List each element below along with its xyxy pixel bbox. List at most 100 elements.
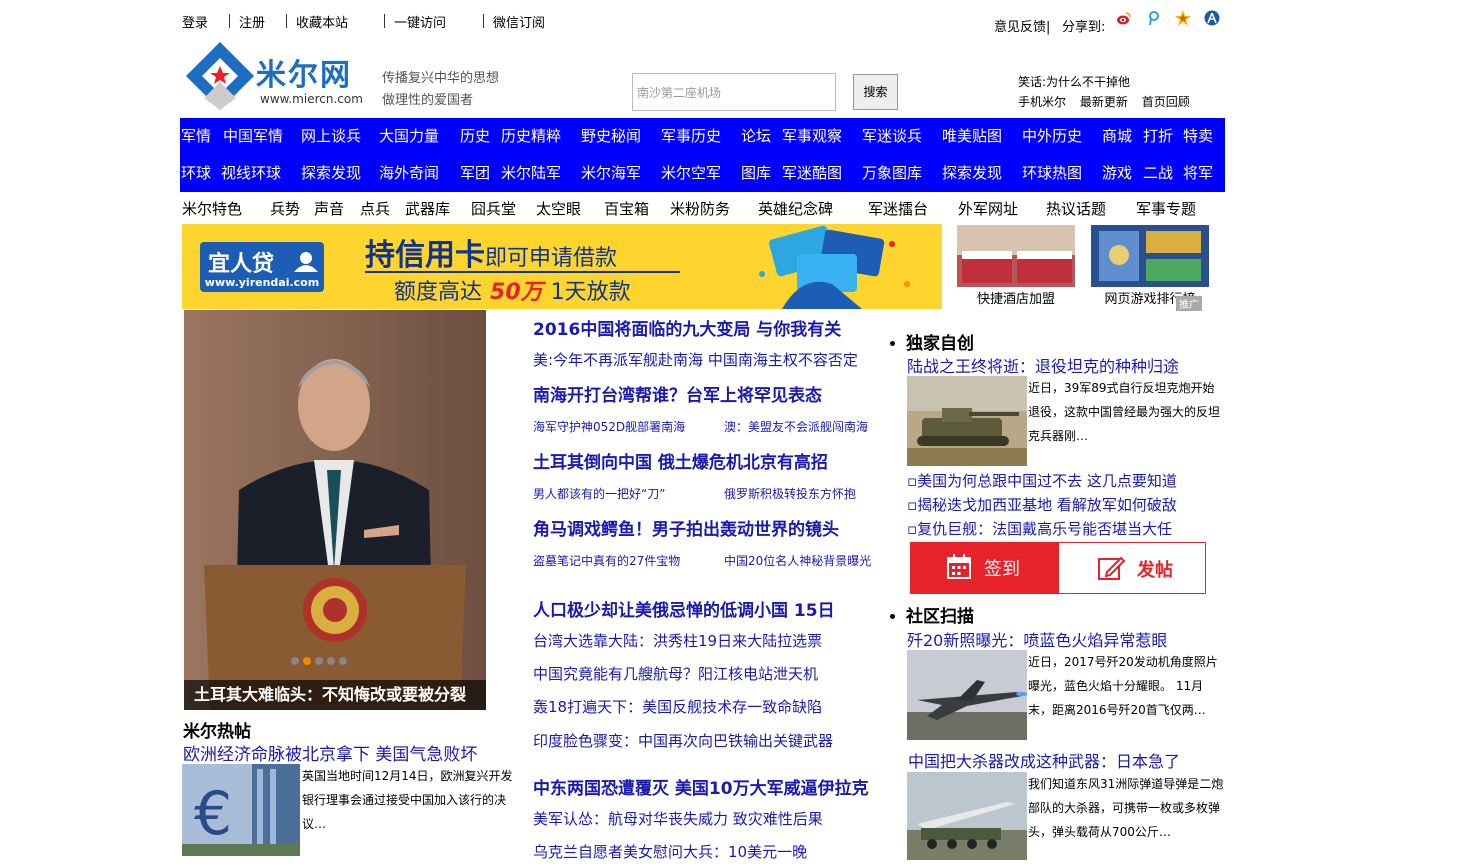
- link-2a[interactable]: 海军守护神052D舰部署南海: [533, 418, 685, 435]
- missile-image[interactable]: [907, 772, 1027, 860]
- tencent-weibo-icon[interactable]: [1146, 10, 1162, 26]
- nav-item[interactable]: 米粉防务: [670, 192, 730, 226]
- nav-item[interactable]: 军事专题: [1136, 192, 1196, 226]
- nav-item[interactable]: 环球热图: [1022, 155, 1082, 191]
- link-3a[interactable]: 男人都该有的一把好“刀”: [533, 485, 665, 502]
- headline-6[interactable]: 中东两国恐遭覆灭 美国10万大军威逼伊拉克: [533, 774, 869, 799]
- hotel-thumbnail[interactable]: [957, 225, 1075, 287]
- slideshow-image[interactable]: [184, 310, 486, 710]
- nav-item[interactable]: 军事观察: [782, 118, 842, 154]
- nav-item[interactable]: 点兵: [360, 192, 390, 226]
- link-2b[interactable]: 澳：美盟友不会派舰闯南海: [724, 418, 868, 435]
- community-headline[interactable]: 歼20新照曝光：喷蓝色火焰异常惹眼: [907, 627, 1167, 651]
- list-item[interactable]: 印度脸色骤变：中国再次向巴铁输出关键武器: [533, 730, 833, 751]
- list-item[interactable]: 中国究竟能有几艘航母？阳江核电站泄天机: [533, 663, 818, 684]
- checkin-button[interactable]: 签到: [910, 542, 1058, 594]
- nav-item[interactable]: 军迷谈兵: [862, 118, 922, 154]
- exclusive-list-item[interactable]: ▫复仇巨舰：法国戴高乐号能否堪当大任: [907, 518, 1172, 539]
- nav-item[interactable]: 历史: [460, 118, 490, 154]
- review-link[interactable]: 首页回顾: [1142, 95, 1190, 109]
- tank-image[interactable]: [907, 376, 1027, 466]
- nav-item[interactable]: 历史精粹: [501, 118, 561, 154]
- bookmark-link[interactable]: 收藏本站: [296, 12, 348, 31]
- search-button[interactable]: 搜索: [853, 74, 898, 110]
- nav-item[interactable]: 野史秘闻: [581, 118, 641, 154]
- jet-image[interactable]: [907, 650, 1028, 740]
- search-input[interactable]: 南沙第二座机场: [632, 73, 836, 111]
- nav-item[interactable]: 网上谈兵: [301, 118, 361, 154]
- headline-1[interactable]: 2016中国将面临的九大变局 与你我有关: [533, 315, 841, 340]
- site-logo[interactable]: 米尔网 www.miercn.com: [186, 42, 366, 110]
- nav-item[interactable]: 将军: [1183, 155, 1213, 191]
- nav-item[interactable]: 英雄纪念碑: [758, 192, 833, 226]
- link-3b[interactable]: 俄罗斯积极转投东方怀抱: [724, 485, 856, 502]
- nav-item[interactable]: 探索发现: [942, 155, 1002, 191]
- nav-item[interactable]: 海外奇闻: [379, 155, 439, 191]
- nav-item[interactable]: 军迷擂台: [868, 192, 928, 226]
- hotel-caption[interactable]: 快捷酒店加盟: [956, 288, 1076, 307]
- login-link[interactable]: 登录: [182, 12, 208, 31]
- nav-item[interactable]: 热议话题: [1046, 192, 1106, 226]
- nav-item[interactable]: 大国力量: [379, 118, 439, 154]
- headline-2[interactable]: 南海开打台湾帮谁？台军上将罕见表态: [533, 381, 822, 406]
- mobile-link[interactable]: 手机米尔: [1018, 95, 1066, 109]
- nav-item[interactable]: 百宝箱: [604, 192, 649, 226]
- nav-item[interactable]: 论坛: [741, 118, 771, 154]
- wechat-subscribe-link[interactable]: 微信订阅: [493, 12, 545, 31]
- nav-item[interactable]: 囧兵堂: [471, 192, 516, 226]
- feedback-link[interactable]: 意见反馈|: [994, 16, 1050, 35]
- weapon-headline[interactable]: 中国把大杀器改成这种武器：日本急了: [908, 748, 1180, 772]
- list-item[interactable]: 轰18打遍天下：美国反舰技术存一致命缺陷: [533, 696, 822, 717]
- nav-item[interactable]: 商城: [1102, 118, 1132, 154]
- nav-item[interactable]: 环球: [181, 155, 211, 191]
- renren-icon[interactable]: [1204, 10, 1220, 26]
- qzone-icon[interactable]: [1175, 10, 1191, 26]
- nav-item[interactable]: 外军网址: [958, 192, 1018, 226]
- slideshow-caption[interactable]: 土耳其大难临头：不知悔改或要被分裂: [184, 680, 486, 710]
- nav-item[interactable]: 打折: [1143, 118, 1173, 154]
- joke-link[interactable]: 笑话:为什么不干掉他: [1018, 72, 1200, 92]
- nav-item[interactable]: 图库: [741, 155, 771, 191]
- hot-posts-image[interactable]: €: [182, 764, 300, 856]
- nav-item[interactable]: 万象图库: [862, 155, 922, 191]
- nav-item[interactable]: 特卖: [1183, 118, 1213, 154]
- nav-item[interactable]: 中外历史: [1022, 118, 1082, 154]
- list-item[interactable]: 台湾大选靠大陆：洪秀柱19日来大陆拉选票: [533, 630, 822, 651]
- nav-item[interactable]: 探索发现: [301, 155, 361, 191]
- headline-4[interactable]: 角马调戏鳄鱼！男子拍出轰动世界的镜头: [533, 515, 839, 540]
- nav-item[interactable]: 声音: [314, 192, 344, 226]
- exclusive-list-item[interactable]: ▫美国为何总跟中国过不去 这几点要知道: [907, 470, 1177, 491]
- headline-5[interactable]: 人口极少却让美俄忌惮的低调小国 15日: [533, 596, 835, 621]
- nav-item[interactable]: 军团: [460, 155, 490, 191]
- game-thumbnail[interactable]: [1091, 225, 1209, 287]
- banner-ad[interactable]: 宜人贷 www.yirendai.com 持信用卡即可申请借款 额度高达 50万 1…: [182, 224, 942, 309]
- nav-item[interactable]: 米尔海军: [581, 155, 641, 191]
- headline-3[interactable]: 土耳其倒向中国 俄土爆危机北京有高招: [533, 448, 828, 473]
- link-4b[interactable]: 中国20位名人神秘背景曝光: [724, 552, 871, 569]
- nav-item[interactable]: 视线环球: [221, 155, 281, 191]
- nav-item[interactable]: 太空眼: [536, 192, 581, 226]
- nav-item[interactable]: 军事历史: [661, 118, 721, 154]
- nav-item[interactable]: 米尔特色: [182, 192, 242, 226]
- list-item[interactable]: 乌克兰自愿者美女慰问大兵：10美元一晚: [533, 841, 807, 862]
- hot-posts-headline[interactable]: 欧洲经济命脉被北京拿下 美国气急败坏: [183, 740, 477, 765]
- link-4a[interactable]: 盗墓笔记中真有的27件宝物: [533, 552, 680, 569]
- weibo-icon[interactable]: [1116, 10, 1132, 26]
- nav-item[interactable]: 米尔空军: [661, 155, 721, 191]
- exclusive-list-item[interactable]: ▫揭秘迭戈加西亚基地 看解放军如何破敌: [907, 494, 1177, 515]
- nav-item[interactable]: 游戏: [1102, 155, 1132, 191]
- subheadline-1[interactable]: 美:今年不再派军舰赴南海 中国南海主权不容否定: [533, 349, 858, 370]
- nav-item[interactable]: 二战: [1143, 155, 1173, 191]
- latest-link[interactable]: 最新更新: [1080, 95, 1128, 109]
- list-item[interactable]: 美军认怂：航母对华丧失威力 致灾难性后果: [533, 808, 823, 829]
- nav-item[interactable]: 唯美贴图: [942, 118, 1002, 154]
- nav-item[interactable]: 中国军情: [223, 118, 283, 154]
- nav-item[interactable]: 武器库: [405, 192, 450, 226]
- one-click-link[interactable]: 一键访问: [394, 12, 446, 31]
- nav-item[interactable]: 军情: [181, 118, 211, 154]
- nav-item[interactable]: 兵势: [270, 192, 300, 226]
- post-button[interactable]: 发帖: [1058, 542, 1206, 594]
- nav-item[interactable]: 米尔陆军: [501, 155, 561, 191]
- register-link[interactable]: 注册: [239, 12, 265, 31]
- nav-item[interactable]: 军迷酷图: [782, 155, 842, 191]
